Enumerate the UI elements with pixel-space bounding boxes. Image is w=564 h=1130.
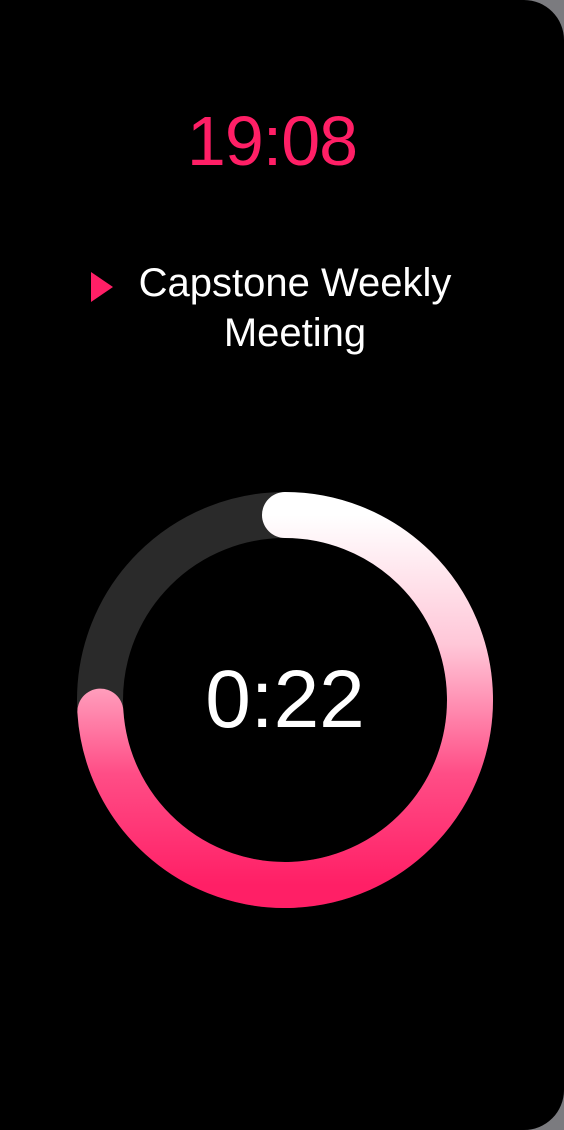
time-remaining: 0:22: [205, 654, 365, 745]
current-time: 19:08: [186, 102, 358, 180]
event-row[interactable]: Capstone Weekly Meeting: [88, 258, 488, 368]
play-icon[interactable]: [91, 272, 113, 302]
countdown-ring: 0:22: [77, 492, 493, 908]
event-title: Capstone Weekly Meeting: [138, 261, 452, 355]
watch-screen: 19:08 Capstone Weekly Meeting 0:22: [0, 0, 564, 1130]
